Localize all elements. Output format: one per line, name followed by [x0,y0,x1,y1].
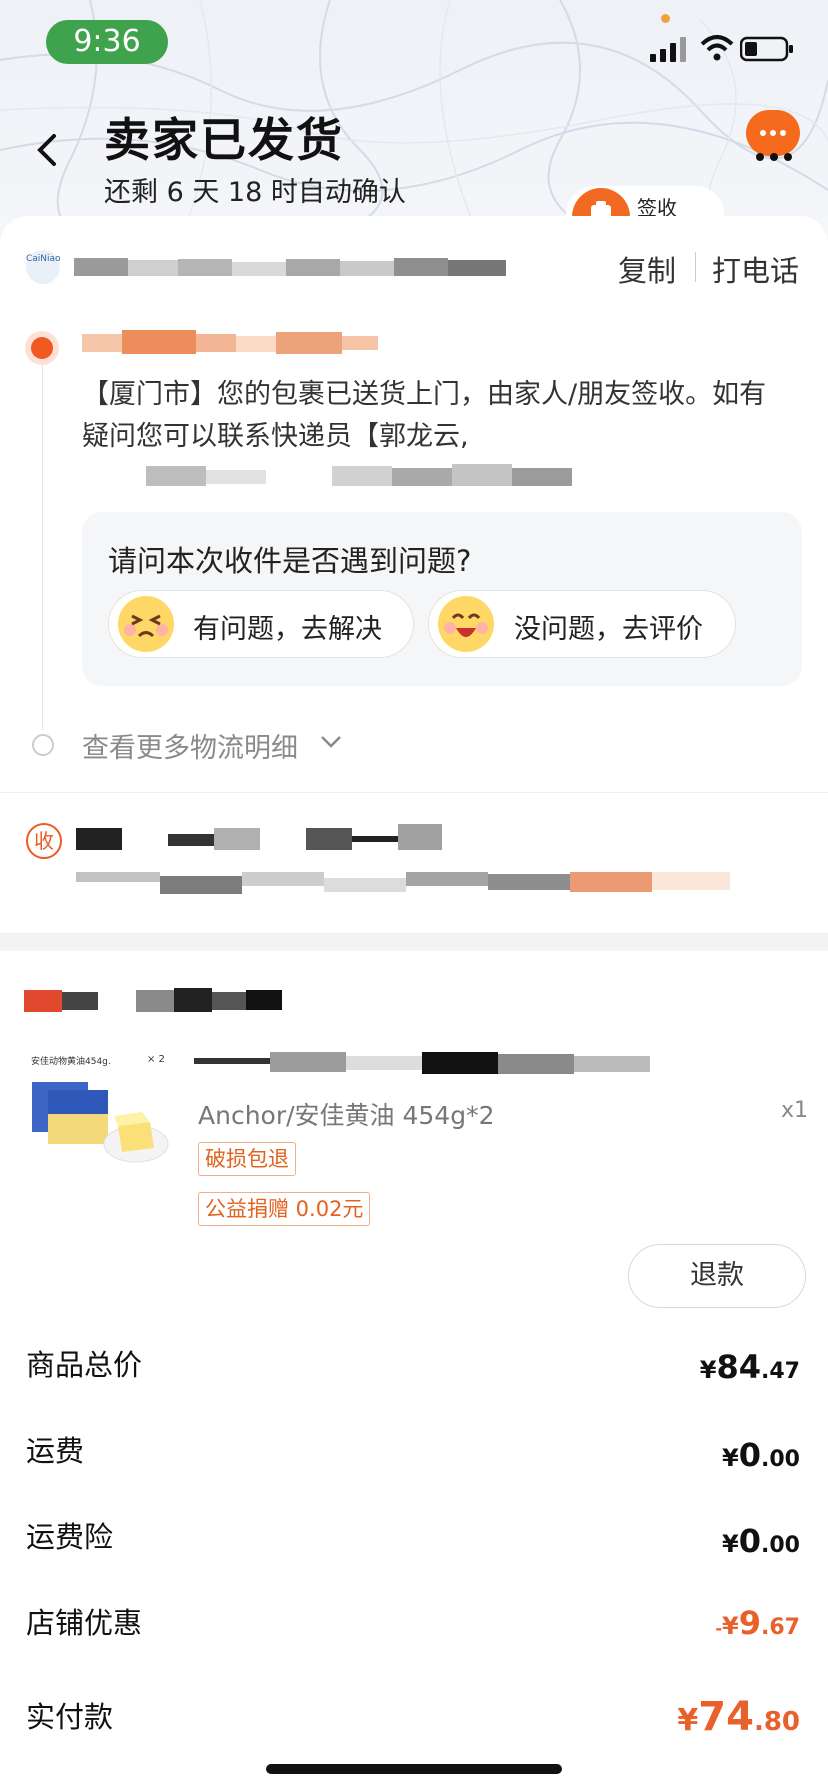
copy-button[interactable]: 复制 [618,248,676,290]
page-title: 卖家已发货 [104,113,344,167]
courier-logo: CaiNiao [26,250,61,284]
redacted-receiver-name [76,824,442,850]
product-quantity: x1 [781,1098,809,1123]
happy-face-icon [438,596,494,652]
timeline-current-dot [31,337,53,359]
wifi-icon [700,35,734,61]
action-separator [695,252,696,282]
redacted-product-title [194,1052,650,1074]
report-problem-label: 有问题，去解决 [193,614,382,645]
auto-confirm-countdown: 还剩 6 天 18 时自动确认 [104,177,406,208]
price-value-shipping-insurance: ¥0.00 [722,1522,800,1560]
section-divider [0,792,828,793]
home-indicator[interactable] [266,1764,562,1774]
price-value-subtotal: ¥84.47 [699,1348,800,1386]
product-image-count: × 2 [147,1054,165,1065]
product-image-caption: 安佳动物黄油454g. [31,1057,111,1067]
timeline-end-dot [32,734,54,756]
damage-return-tag: 破损包退 [198,1142,296,1176]
cellular-signal-icon [650,37,686,62]
charity-donation-tag: 公益捐赠 0.02元 [198,1192,371,1226]
back-arrow-icon[interactable] [28,130,68,170]
refund-button[interactable]: 退款 [628,1244,806,1308]
redacted-timestamp [82,330,378,354]
price-value-paid-total: ¥74.80 [677,1694,800,1740]
redacted-courier-phone [146,464,572,486]
status-bar-time: 9:36 [46,20,168,64]
privacy-indicator-dot [661,14,670,23]
price-label-shipping-insurance: 运费险 [26,1520,114,1554]
price-value-shipping: ¥0.00 [722,1436,800,1474]
redacted-tracking-number [74,258,506,276]
latest-tracking-message: 【厦门市】您的包裹已送货上门，由家人/朋友签收。如有疑问您可以联系快递员【郭龙云… [82,379,767,452]
more-tracking-link[interactable]: 查看更多物流明细 [82,726,298,765]
no-problem-label: 没问题，去评价 [514,614,703,645]
price-label-subtotal: 商品总价 [26,1348,143,1382]
feedback-question: 请问本次收件是否遇到问题? [108,544,472,578]
call-button[interactable]: 打电话 [712,248,799,290]
receiver-badge: 收 [26,823,62,859]
price-label-shop-discount: 店铺优惠 [26,1606,143,1640]
product-image[interactable] [26,1050,172,1172]
more-dots-icon[interactable] [754,150,794,164]
battery-icon [740,36,793,62]
product-name[interactable]: Anchor/安佳黄油 454g*2 [198,1096,494,1132]
price-label-shipping: 运费 [26,1434,85,1468]
price-value-shop-discount: -¥9.67 [715,1604,800,1642]
redacted-shop-name [24,988,282,1012]
section-band [0,933,828,951]
timeline-line [42,360,43,730]
upset-face-icon [118,596,174,652]
chevron-down-icon [321,736,341,748]
redacted-receiver-address [76,872,730,894]
price-label-paid-total: 实付款 [26,1700,114,1734]
